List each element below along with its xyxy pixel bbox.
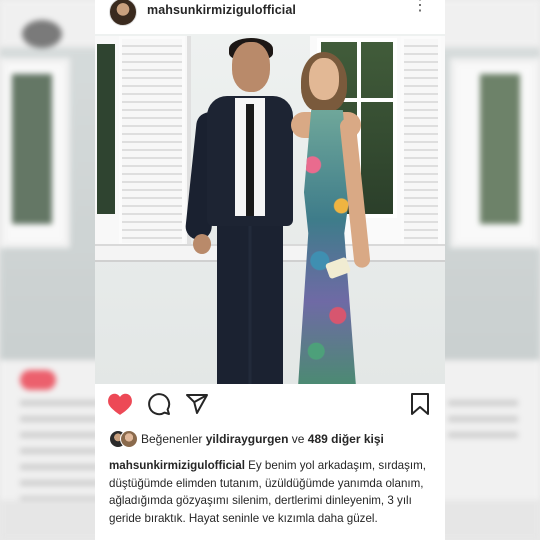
liker-avatar [120, 430, 138, 448]
post-header: mahsunkirmizigulofficial ⋮ [95, 0, 445, 34]
action-bar [95, 392, 445, 422]
liked-by-label: Beğenenler [141, 432, 203, 446]
bookmark-icon[interactable] [409, 392, 431, 421]
post-photo[interactable] [95, 34, 445, 384]
instagram-post-card: mahsunkirmizigulofficial ⋮ Beğenenler yi… [95, 0, 445, 540]
comment-icon[interactable] [147, 392, 171, 421]
share-send-icon[interactable] [185, 392, 209, 421]
liked-by-user[interactable]: yildiraygurgen [206, 432, 289, 446]
post-caption: mahsunkirmizigulofficial Ey benim yol ar… [109, 457, 435, 527]
post-username[interactable]: mahsunkirmizigulofficial [147, 3, 296, 17]
more-vertical-icon[interactable]: ⋮ [412, 0, 428, 14]
heart-filled-icon[interactable] [107, 392, 133, 421]
caption-username[interactable]: mahsunkirmizigulofficial [109, 459, 245, 472]
profile-avatar[interactable] [109, 0, 137, 26]
and-label: ve [291, 432, 305, 446]
likes-summary: Beğenenler yildiraygurgen ve 489 diğer k… [109, 430, 439, 450]
others-count[interactable]: 489 diğer kişi [308, 432, 384, 446]
